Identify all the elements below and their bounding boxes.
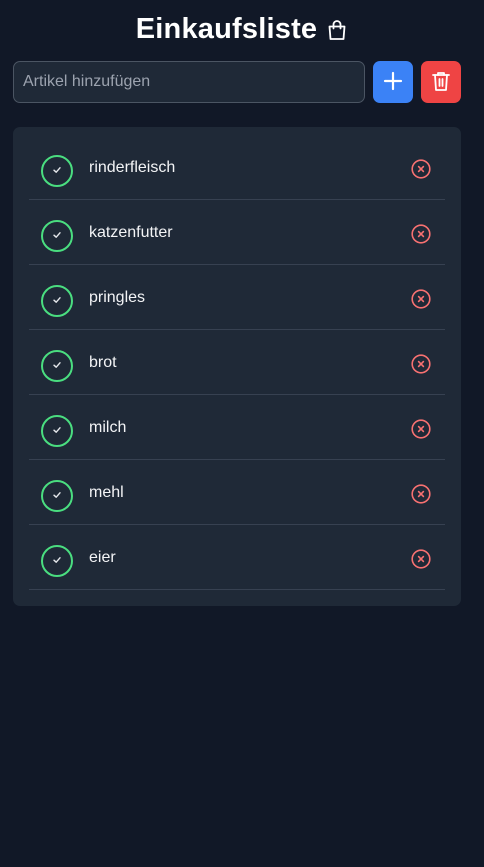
remove-item-button[interactable] [411,483,431,509]
remove-circle-icon [411,288,431,314]
list-item-label: eier [89,549,116,566]
check-button[interactable] [41,545,73,577]
plus-icon [383,71,403,94]
remove-item-button[interactable] [411,353,431,379]
remove-item-button[interactable] [411,158,431,184]
list-item: rinderfleisch [29,135,445,200]
check-button[interactable] [41,285,73,317]
remove-circle-icon [411,353,431,379]
remove-item-button[interactable] [411,288,431,314]
list-item: katzenfutter [29,200,445,265]
list-item: brot [29,330,445,395]
list-item: eier [29,525,445,590]
check-button[interactable] [41,220,73,252]
list-item: pringles [29,265,445,330]
remove-item-button[interactable] [411,223,431,249]
checkmark-icon [52,162,62,180]
page-title: Einkaufsliste [135,12,318,45]
checkmark-icon [52,357,62,375]
checkmark-icon [52,422,62,440]
remove-circle-icon [411,483,431,509]
remove-item-button[interactable] [411,548,431,574]
header: Einkaufsliste [0,10,484,48]
list-item: mehl [29,460,445,525]
check-button[interactable] [41,155,73,187]
item-input[interactable] [13,61,365,103]
checkmark-icon [52,552,62,570]
list-item-label: pringles [89,289,146,306]
shopping-list-app: Einkaufsliste Artikel hinzufügen rinderf… [0,0,484,867]
check-button[interactable] [41,415,73,447]
checkmark-icon [52,227,62,245]
remove-item-button[interactable] [411,418,431,444]
add-item-form [13,61,461,103]
add-item-button[interactable] [373,61,413,103]
list-item: milch [29,395,445,460]
list-item-label: brot [89,354,117,371]
checkmark-icon [52,292,62,310]
list-item-label: katzenfutter [89,224,173,241]
checkmark-icon [52,487,62,505]
remove-circle-icon [411,158,431,184]
list-item-label: mehl [89,484,124,501]
check-button[interactable] [41,480,73,512]
list-item-label: rinderfleisch [89,159,176,176]
remove-circle-icon [411,223,431,249]
shopping-bag-icon [326,19,348,41]
clear-list-button[interactable] [421,61,461,103]
trash-icon [431,70,451,95]
remove-circle-icon [411,548,431,574]
shopping-list: rinderfleisch katzenfutter pringles brot mil… [13,127,461,606]
list-item-label: milch [89,419,127,436]
remove-circle-icon [411,418,431,444]
check-button[interactable] [41,350,73,382]
